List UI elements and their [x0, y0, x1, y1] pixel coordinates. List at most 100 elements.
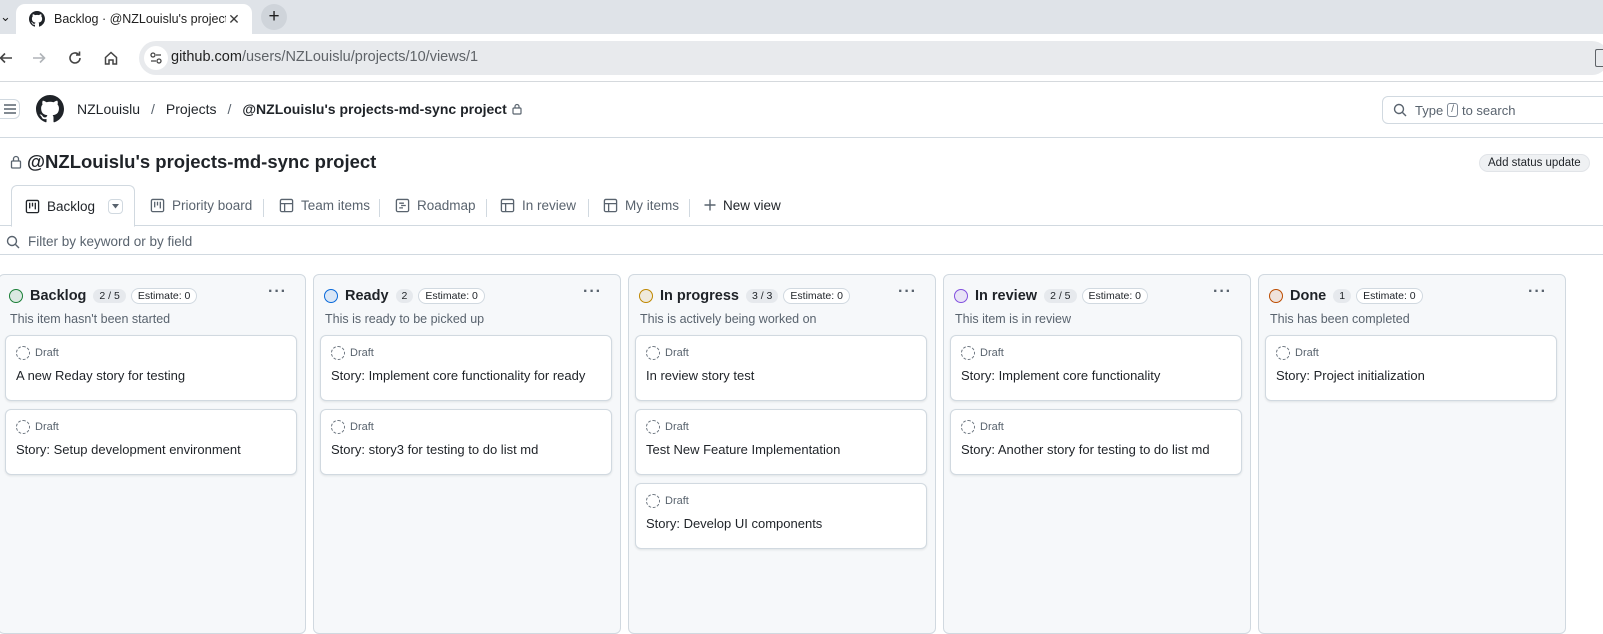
- card-meta: Draft: [16, 346, 59, 360]
- view-tabs: Backlog Priority board Team items Roadma…: [0, 183, 1603, 227]
- address-url: github.com/users/NZLouislu/projects/10/v…: [171, 49, 479, 65]
- close-tab-icon[interactable]: ✕: [226, 11, 242, 28]
- card-title[interactable]: Story: Setup development environment: [16, 442, 241, 457]
- card[interactable]: Draft Test New Feature Implementation: [635, 409, 927, 475]
- column-title: Backlog: [30, 288, 87, 304]
- estimate-badge: Estimate: 0: [130, 288, 198, 304]
- card-title[interactable]: Story: Project initialization: [1276, 368, 1425, 383]
- tab-in-review[interactable]: In review: [500, 190, 576, 220]
- new-tab-button[interactable]: +: [261, 4, 287, 30]
- search-icon: [6, 235, 20, 249]
- lock-icon: [512, 103, 522, 115]
- status-circle-icon: [9, 289, 23, 303]
- view-options-dropdown-icon[interactable]: [108, 198, 124, 214]
- column-in-review: In review 2 / 5 Estimate: 0 ··· This ite…: [943, 274, 1251, 634]
- card-meta: Draft: [646, 346, 689, 360]
- status-circle-icon: [1269, 289, 1283, 303]
- item-count-badge: 3 / 3: [745, 289, 779, 303]
- home-icon[interactable]: [99, 46, 123, 70]
- new-view-button[interactable]: New view: [704, 190, 781, 220]
- tab-label: New view: [723, 197, 781, 213]
- project-title-text: @NZLouislu's projects-md-sync project: [27, 151, 377, 172]
- tab-label: My items: [625, 197, 679, 213]
- card[interactable]: Draft Story: Implement core functionalit…: [320, 335, 612, 401]
- search-icon: [1393, 103, 1407, 117]
- card[interactable]: Draft Story: Implement core functionalit…: [950, 335, 1242, 401]
- column-menu-icon[interactable]: ···: [898, 283, 917, 301]
- estimate-badge: Estimate: 0: [783, 288, 850, 304]
- github-logo-icon[interactable]: [36, 95, 64, 123]
- draft-label: Draft: [665, 421, 689, 433]
- card-meta: Draft: [961, 346, 1004, 360]
- draft-label: Draft: [350, 347, 374, 359]
- search-input[interactable]: Type / to search: [1382, 96, 1603, 124]
- draft-icon: [961, 346, 975, 360]
- table-icon: [500, 198, 515, 213]
- item-count-badge: 2 / 5: [93, 289, 126, 303]
- status-circle-icon: [324, 289, 338, 303]
- tab-label: Priority board: [172, 197, 253, 213]
- card[interactable]: Draft Story: Develop UI components: [635, 483, 927, 549]
- tab-divider: [263, 199, 264, 217]
- tab-my-items[interactable]: My items: [603, 190, 679, 220]
- card-title[interactable]: In review story test: [646, 368, 754, 383]
- card[interactable]: Draft Story: Project initialization: [1265, 335, 1557, 401]
- column-in-progress: In progress 3 / 3 Estimate: 0 ··· This i…: [628, 274, 936, 634]
- filter-placeholder: Filter by keyword or by field: [28, 234, 193, 249]
- tab-team-items[interactable]: Team items: [279, 190, 370, 220]
- card-title[interactable]: Story: Develop UI components: [646, 516, 822, 531]
- card-title[interactable]: A new Reday story for testing: [16, 368, 185, 383]
- draft-icon: [961, 420, 975, 434]
- breadcrumb-separator: /: [151, 101, 155, 117]
- add-status-update-button[interactable]: Add status update: [1479, 154, 1590, 172]
- column-description: This item is in review: [955, 312, 1071, 326]
- tab-backlog[interactable]: Backlog: [11, 185, 135, 227]
- card-title[interactable]: Story: Another story for testing to do l…: [961, 442, 1210, 457]
- tab-roadmap[interactable]: Roadmap: [395, 190, 476, 220]
- column-menu-icon[interactable]: ···: [1213, 283, 1232, 301]
- card-title[interactable]: Test New Feature Implementation: [646, 442, 840, 457]
- browser-tab-active[interactable]: Backlog · @NZLouislu's projects ✕: [16, 4, 252, 34]
- github-favicon-icon: [29, 11, 45, 27]
- forward-arrow-icon[interactable]: [27, 46, 51, 70]
- tab-label: Team items: [301, 197, 371, 213]
- address-bar[interactable]: github.com/users/NZLouislu/projects/10/v…: [139, 41, 1603, 75]
- tab-priority-board[interactable]: Priority board: [150, 190, 252, 220]
- column-menu-icon[interactable]: ···: [583, 283, 602, 301]
- draft-label: Draft: [350, 421, 374, 433]
- device-icon[interactable]: [1595, 49, 1603, 67]
- card[interactable]: Draft In review story test: [635, 335, 927, 401]
- draft-icon: [646, 494, 660, 508]
- card[interactable]: Draft Story: story3 for testing to do li…: [320, 409, 612, 475]
- column-title: In review: [975, 288, 1038, 304]
- filter-input[interactable]: Filter by keyword or by field: [0, 229, 1603, 255]
- tab-divider: [588, 199, 589, 217]
- draft-icon: [646, 420, 660, 434]
- card-title[interactable]: Story: Implement core functionality for …: [331, 368, 585, 383]
- tab-search-chevron-icon[interactable]: ⌄: [0, 7, 16, 27]
- column-menu-icon[interactable]: ···: [1528, 283, 1547, 301]
- card[interactable]: Draft A new Reday story for testing: [5, 335, 297, 401]
- column-menu-icon[interactable]: ···: [268, 283, 287, 301]
- draft-label: Draft: [35, 421, 59, 433]
- site-settings-icon[interactable]: [144, 46, 168, 70]
- breadcrumb-projects-link[interactable]: Projects: [166, 101, 217, 117]
- card[interactable]: Draft Story: Setup development environme…: [5, 409, 297, 475]
- back-arrow-icon[interactable]: [0, 46, 18, 70]
- card-title[interactable]: Story: Implement core functionality: [961, 368, 1160, 383]
- browser-toolbar: github.com/users/NZLouislu/projects/10/v…: [0, 34, 1603, 82]
- column-header: In review 2 / 5 Estimate: 0: [954, 288, 1149, 304]
- card-title[interactable]: Story: story3 for testing to do list md: [331, 442, 538, 457]
- breadcrumb-project-link[interactable]: @NZLouislu's projects-md-sync project: [242, 101, 506, 117]
- breadcrumb-separator: /: [227, 101, 232, 117]
- reload-icon[interactable]: [63, 46, 87, 70]
- card[interactable]: Draft Story: Another story for testing t…: [950, 409, 1242, 475]
- column-done: Done 1 Estimate: 0 ··· This has been com…: [1258, 274, 1566, 634]
- menu-hamburger-icon[interactable]: [0, 99, 20, 119]
- search-hint-suffix: to search: [1461, 102, 1516, 118]
- project-title: @NZLouislu's projects-md-sync project: [10, 151, 376, 173]
- breadcrumb-user-link[interactable]: NZLouislu: [77, 101, 140, 117]
- card-meta: Draft: [646, 420, 689, 434]
- browser-tab-title: Backlog · @NZLouislu's projects: [54, 12, 226, 26]
- search-hint-prefix: Type: [1415, 102, 1444, 118]
